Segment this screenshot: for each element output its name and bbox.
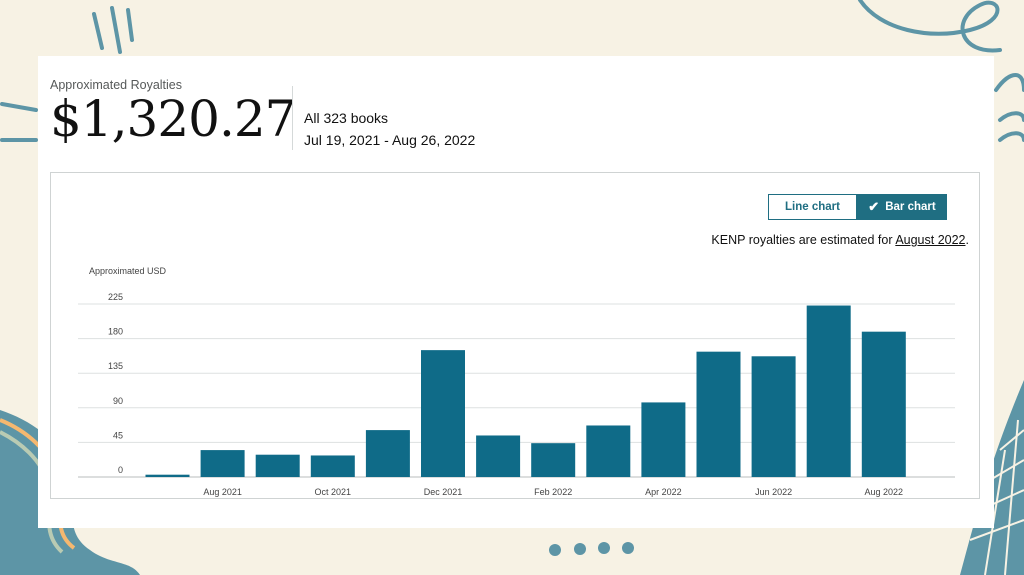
bar xyxy=(696,351,741,477)
x-tick-label: Aug 2022 xyxy=(865,487,904,497)
x-tick-label: Apr 2022 xyxy=(645,487,682,497)
y-tick-label: 135 xyxy=(108,361,123,371)
royalties-total: $1,320.27 xyxy=(50,90,296,148)
bar xyxy=(586,425,631,477)
y-tick-label: 0 xyxy=(118,465,123,475)
bar xyxy=(255,454,300,477)
bar xyxy=(861,331,906,477)
bar xyxy=(806,305,851,477)
bar xyxy=(751,356,796,477)
y-axis-label: Approximated USD xyxy=(89,266,167,276)
y-tick-label: 225 xyxy=(108,292,123,302)
royalties-card: Approximated Royalties $1,320.27 All 323… xyxy=(38,56,994,528)
x-tick-label: Oct 2021 xyxy=(315,487,352,497)
x-tick-label: Feb 2022 xyxy=(534,487,572,497)
bar xyxy=(476,435,521,477)
books-count: All 323 books xyxy=(304,110,389,126)
y-tick-label: 90 xyxy=(113,396,123,406)
bar xyxy=(421,350,465,477)
bar xyxy=(365,430,410,477)
header-divider xyxy=(292,86,293,150)
x-tick-label: Aug 2021 xyxy=(203,487,242,497)
y-tick-label: 45 xyxy=(113,430,123,440)
x-tick-label: Jun 2022 xyxy=(755,487,792,497)
bar xyxy=(310,455,355,477)
x-tick-label: Dec 2021 xyxy=(424,487,463,497)
date-range: Jul 19, 2021 - Aug 26, 2022 xyxy=(304,132,476,148)
bar xyxy=(641,402,686,477)
bar xyxy=(200,450,245,477)
chart-panel: Line chart ✔ Bar chart KENP royalties ar… xyxy=(50,172,980,499)
bar xyxy=(145,474,190,477)
bar xyxy=(531,443,576,477)
bar-chart: Approximated USD 0 45 90 135 180 225 Aug 2021 Oc… xyxy=(78,266,955,497)
y-tick-label: 180 xyxy=(108,327,123,337)
